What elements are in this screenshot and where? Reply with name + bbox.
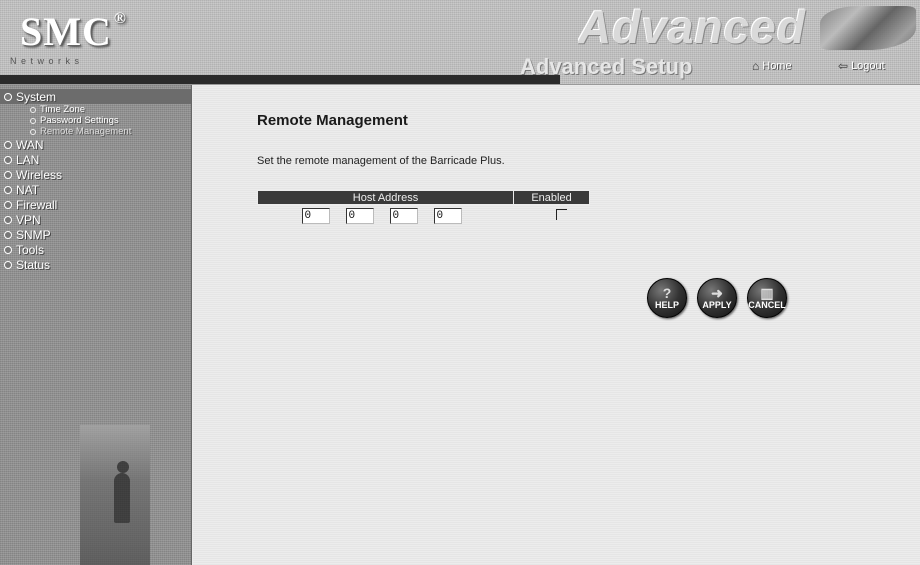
bullet-icon — [4, 170, 12, 179]
sidebar-item-tools[interactable]: Tools — [0, 242, 191, 257]
sidebar-item-wan[interactable]: WAN — [0, 137, 191, 152]
sub-bullet-icon — [30, 128, 36, 135]
help-label: HELP — [654, 300, 679, 310]
enabled-checkbox[interactable] — [556, 208, 567, 220]
ip-octet-4-input[interactable] — [433, 207, 462, 224]
arrow-icon: ➜ — [711, 285, 723, 301]
cancel-button[interactable]: ▥ CANCEL — [747, 278, 787, 318]
sidebar-sub-time-zone[interactable]: Time Zone — [0, 104, 191, 115]
help-button[interactable]: ? HELP — [647, 278, 687, 318]
sidebar-item-label: NAT — [16, 182, 40, 197]
logout-label: Logout — [851, 60, 885, 72]
sidebar-sub-remote-management[interactable]: Remote Management — [0, 126, 191, 137]
host-address-cell — [258, 205, 514, 227]
sub-bullet-icon — [30, 106, 36, 113]
tagline: N e t w o r k s — [10, 56, 81, 66]
sidebar-photo — [80, 425, 150, 565]
logo-text: SMC — [20, 9, 112, 54]
cancel-label: CANCEL — [748, 300, 786, 310]
sidebar-item-firewall[interactable]: Firewall — [0, 197, 191, 212]
apply-button[interactable]: ➜ APPLY — [697, 278, 737, 318]
bullet-icon — [4, 92, 12, 101]
question-icon: ? — [662, 285, 672, 301]
bullet-icon — [4, 200, 12, 209]
header: SMC ® N e t w o r k s Advanced Advanced S… — [0, 0, 920, 85]
sidebar-item-label: System — [16, 89, 57, 104]
sidebar-item-label: LAN — [16, 152, 40, 167]
sidebar-item-snmp[interactable]: SNMP — [0, 227, 191, 242]
sidebar-sub-label: Remote Management — [40, 126, 132, 137]
bullet-icon — [4, 185, 12, 194]
home-icon: ⌂ — [752, 59, 760, 73]
remote-access-table: Host Address Enabled — [257, 190, 590, 227]
logout-link[interactable]: ⇦ Logout — [838, 59, 885, 73]
sidebar-item-label: Firewall — [16, 197, 58, 212]
sidebar-item-label: Status — [16, 257, 51, 272]
main-content: Remote Management Set the remote managem… — [193, 85, 920, 565]
smc-logo: SMC ® — [20, 8, 127, 55]
brand-swoosh-graphic — [820, 6, 916, 50]
person-figure — [114, 473, 130, 523]
apply-label: APPLY — [702, 300, 732, 310]
bullet-icon — [4, 215, 12, 224]
sidebar-item-nat[interactable]: NAT — [0, 182, 191, 197]
enabled-cell — [514, 205, 590, 227]
ip-octet-2-input[interactable] — [345, 207, 374, 224]
person-figure-head — [117, 461, 129, 473]
sub-bullet-icon — [30, 117, 36, 124]
home-label: Home — [762, 60, 792, 72]
ip-octet-1-input[interactable] — [301, 207, 330, 224]
page-title: Remote Management — [257, 112, 408, 129]
sidebar-item-label: VPN — [16, 212, 41, 227]
ip-address-group — [258, 207, 514, 224]
bullet-icon — [4, 245, 12, 254]
sidebar-item-label: Wireless — [16, 167, 63, 182]
sidebar: System Time Zone Password Settings Remot… — [0, 85, 192, 565]
ip-octet-3-input[interactable] — [389, 207, 418, 224]
page-description: Set the remote management of the Barrica… — [257, 155, 505, 167]
table-row — [258, 205, 590, 227]
enabled-header: Enabled — [513, 190, 590, 205]
action-buttons: ? HELP ➜ APPLY ▥ CANCEL — [647, 278, 787, 318]
bullet-icon — [4, 260, 12, 269]
sidebar-item-label: WAN — [16, 137, 44, 152]
sidebar-item-label: SNMP — [16, 227, 51, 242]
section-title: Advanced Setup — [520, 54, 693, 79]
home-link[interactable]: ⌂ Home — [752, 59, 792, 73]
registered-mark: ® — [113, 10, 127, 27]
header-dark-bar — [0, 75, 560, 84]
sidebar-item-status[interactable]: Status — [0, 257, 191, 272]
bullet-icon — [4, 140, 12, 149]
sidebar-sub-label: Password Settings — [40, 115, 119, 126]
sidebar-item-system[interactable]: System — [0, 89, 191, 104]
host-address-header: Host Address — [257, 190, 514, 205]
bullet-icon — [4, 230, 12, 239]
logout-icon: ⇦ — [838, 59, 849, 73]
sidebar-item-wireless[interactable]: Wireless — [0, 167, 191, 182]
sidebar-item-label: Tools — [16, 242, 45, 257]
nav-list: System Time Zone Password Settings Remot… — [0, 85, 191, 272]
sidebar-item-vpn[interactable]: VPN — [0, 212, 191, 227]
sidebar-sub-label: Time Zone — [40, 104, 86, 115]
bullet-icon — [4, 155, 12, 164]
sidebar-item-lan[interactable]: LAN — [0, 152, 191, 167]
trash-icon: ▥ — [760, 285, 774, 301]
sidebar-sub-password-settings[interactable]: Password Settings — [0, 115, 191, 126]
